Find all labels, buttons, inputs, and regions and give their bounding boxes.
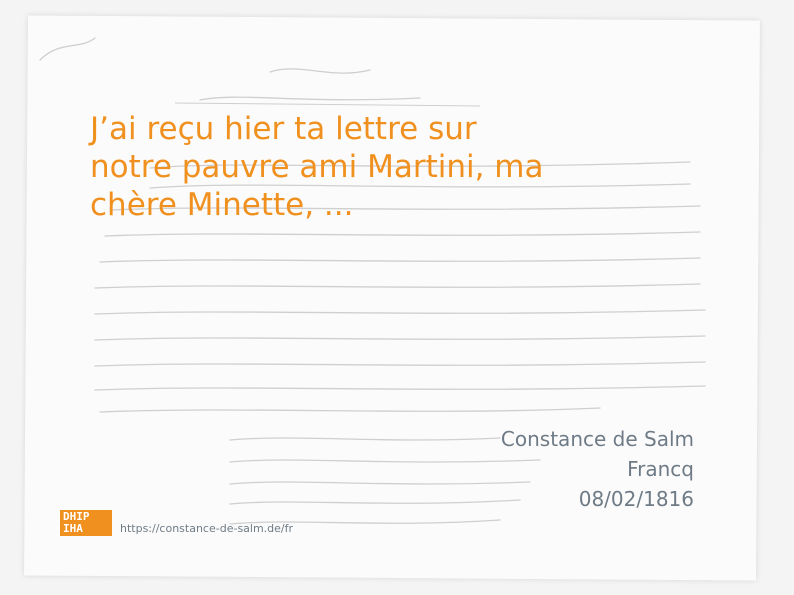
letter-metadata: Constance de Salm Francq 08/02/1816 xyxy=(501,424,694,514)
recipient-name: Francq xyxy=(627,457,694,481)
source-url[interactable]: https://constance-de-salm.de/fr xyxy=(120,522,293,535)
letter-quote: J’ai reçu hier ta lettre sur notre pauvr… xyxy=(90,111,544,223)
logo-line-2: IHA xyxy=(63,522,83,535)
dhip-iha-logo: DHIP IHA xyxy=(60,510,112,536)
author-name: Constance de Salm xyxy=(500,427,694,451)
letter-date: 08/02/1816 xyxy=(578,487,694,511)
